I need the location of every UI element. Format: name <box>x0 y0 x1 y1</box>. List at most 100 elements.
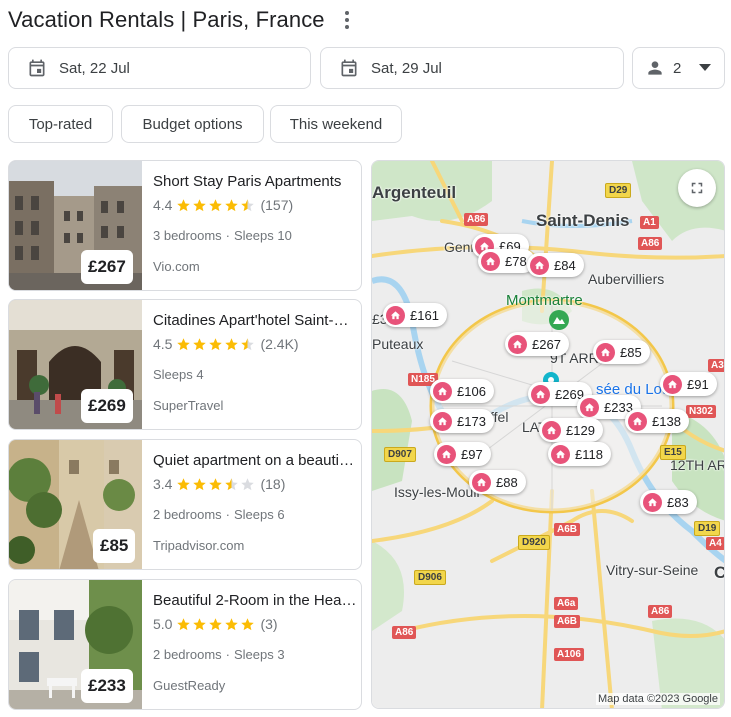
star-icon <box>193 337 207 350</box>
price-badge: £85 <box>93 529 136 563</box>
checkin-date-field[interactable]: Sat, 22 Jul <box>8 47 311 89</box>
map-price-pin[interactable]: £78 <box>478 249 535 273</box>
road-shield: A86 <box>464 213 489 226</box>
house-icon <box>542 420 561 440</box>
house-icon <box>433 381 452 401</box>
house-icon <box>663 374 682 394</box>
map-price-pin[interactable]: £97 <box>434 442 491 466</box>
filter-chip-top-rated[interactable]: Top-rated <box>8 105 113 143</box>
listing-details: 2 bedrooms · Sleeps 3 <box>153 647 285 662</box>
star-icon <box>241 477 255 490</box>
house-icon <box>472 472 491 492</box>
map-price-pin[interactable]: £106 <box>430 379 494 403</box>
listing-details: 3 bedrooms · Sleeps 10 <box>153 228 292 243</box>
rating-value: 5.0 <box>153 616 173 632</box>
guests-dropdown[interactable]: 2 <box>632 47 725 89</box>
map-attribution: Map data ©2023 Google <box>595 693 720 705</box>
star-icon <box>209 337 223 350</box>
listing-source: Tripadvisor.com <box>153 538 245 553</box>
star-icon <box>193 477 207 490</box>
map-place-label: Montmartre <box>506 292 583 309</box>
listing-source: Vio.com <box>153 259 200 274</box>
star-rating <box>176 477 256 492</box>
star-icon <box>241 198 255 211</box>
review-count: (18) <box>260 476 286 492</box>
star-icon <box>193 617 207 630</box>
review-count: (2.4K) <box>260 336 299 352</box>
map-price-pin[interactable]: £138 <box>625 409 689 433</box>
calendar-icon <box>29 59 45 77</box>
listing-source: GuestReady <box>153 678 226 693</box>
road-shield: D906 <box>414 570 446 585</box>
map-place-label: Puteaux <box>372 336 424 352</box>
map-price-pin[interactable]: £161 <box>383 303 447 327</box>
map-price-pin[interactable]: £88 <box>469 470 526 494</box>
map-price-pin[interactable]: £84 <box>527 253 584 277</box>
road-shield: D920 <box>518 535 550 550</box>
map-place-label: C <box>714 563 724 583</box>
map-price-pin[interactable]: £91 <box>660 372 717 396</box>
star-icon <box>177 337 191 350</box>
listing-name: Quiet apartment on a beautiful street <box>153 452 357 469</box>
road-shield: A1 <box>640 216 659 229</box>
map-place-label: Aubervilliers <box>588 271 665 287</box>
listing-source: SuperTravel <box>153 398 224 413</box>
listing-name: Citadines Apart'hotel Saint-Germain-des-… <box>153 312 357 329</box>
checkout-date-field[interactable]: Sat, 29 Jul <box>320 47 624 89</box>
road-shield: D29 <box>605 183 632 198</box>
map-price-pin[interactable]: £173 <box>430 409 494 433</box>
star-rating <box>176 198 256 213</box>
listing-card[interactable]: £233 Beautiful 2-Room in the Heart of Pa… <box>8 579 362 710</box>
listing-details: Sleeps 4 <box>153 367 204 382</box>
expand-icon <box>691 182 703 194</box>
star-icon <box>225 617 239 630</box>
house-icon <box>386 305 405 325</box>
price-badge: £267 <box>81 250 133 284</box>
listing-card[interactable]: £269 Citadines Apart'hotel Saint-Germain… <box>8 299 362 430</box>
house-icon <box>481 251 500 271</box>
review-count: (3) <box>260 616 278 632</box>
star-icon <box>241 617 255 630</box>
map-price-pin[interactable]: £267 <box>505 332 569 356</box>
house-icon <box>531 384 550 404</box>
checkout-date-value: Sat, 29 Jul <box>371 59 442 77</box>
road-shield: A4 <box>706 537 724 550</box>
house-icon <box>433 411 452 431</box>
map-place-label: Argenteuil <box>372 183 457 202</box>
map-place-label: Saint-Denis <box>536 211 630 230</box>
star-icon <box>177 617 191 630</box>
star-icon <box>225 337 239 350</box>
house-icon <box>437 444 456 464</box>
filter-chip-this-weekend[interactable]: This weekend <box>270 105 402 143</box>
house-icon <box>508 334 527 354</box>
guests-count: 2 <box>673 59 682 77</box>
map-price-pin[interactable]: £129 <box>539 418 603 442</box>
page-title: Vacation Rentals | Paris, France <box>8 7 325 32</box>
header-row: Vacation Rentals | Paris, France <box>8 4 355 36</box>
more-options-icon[interactable] <box>339 8 355 32</box>
road-shield: A6B <box>554 523 581 536</box>
star-icon <box>209 198 223 211</box>
landmark-icon <box>549 310 569 330</box>
road-shield: A6a <box>554 597 579 610</box>
listing-card[interactable]: £267 Short Stay Paris Apartments 4.4 (15… <box>8 160 362 291</box>
fullscreen-button[interactable] <box>678 169 716 207</box>
star-rating <box>176 617 256 632</box>
rating-value: 4.5 <box>153 336 173 352</box>
listing-name: Beautiful 2-Room in the Heart of Paris <box>153 592 357 609</box>
calendar-icon <box>341 59 357 77</box>
map-price-pin[interactable]: £83 <box>640 490 697 514</box>
filter-chip-budget[interactable]: Budget options <box>121 105 264 143</box>
road-shield: A6B <box>554 615 581 628</box>
map-view[interactable]: Argenteuil Saint-Denis Genn Aubervillier… <box>371 160 725 709</box>
map-price-pin[interactable]: £85 <box>593 340 650 364</box>
map-price-pin[interactable]: £118 <box>548 442 611 466</box>
house-icon <box>643 492 662 512</box>
star-rating <box>176 337 256 352</box>
road-shield: A3 <box>708 359 724 372</box>
star-icon <box>225 477 239 490</box>
star-icon <box>177 477 191 490</box>
listing-details: 2 bedrooms · Sleeps 6 <box>153 507 285 522</box>
person-icon <box>648 61 662 75</box>
listing-card[interactable]: £85 Quiet apartment on a beautiful stree… <box>8 439 362 570</box>
